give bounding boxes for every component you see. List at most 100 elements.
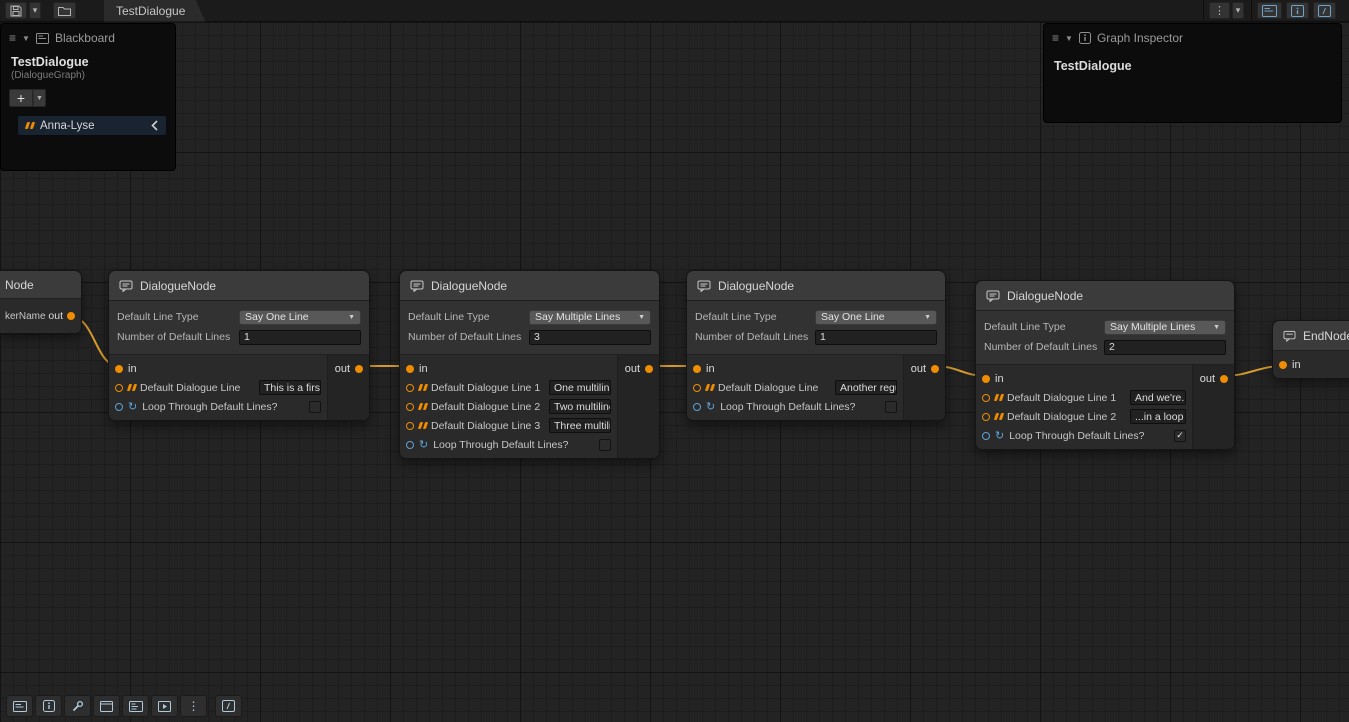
bottom-window-button[interactable] (93, 695, 120, 717)
inspector-icon (43, 700, 55, 712)
loop-checkbox[interactable] (885, 401, 897, 413)
loop-icon: ↻ (128, 401, 137, 412)
node-body: kerName out (0, 299, 81, 333)
bottom-panel-button[interactable] (151, 695, 178, 717)
line-text-input[interactable]: And we're... (1130, 390, 1186, 405)
collapse-caret-icon[interactable]: ▼ (22, 34, 30, 43)
line-text-input[interactable]: Two multiline (549, 399, 611, 414)
bottom-console-button[interactable] (215, 695, 242, 717)
node-title-bar[interactable]: DialogueNode (400, 271, 659, 301)
line-port[interactable] (406, 384, 414, 392)
bottom-toolbar: ⋮ (6, 695, 242, 717)
num-lines-input[interactable]: 3 (529, 330, 651, 345)
dialogue-node-icon (986, 290, 1000, 302)
line-label: Default Dialogue Line (718, 382, 818, 394)
blackboard-add-row: + ▼ (1, 81, 175, 107)
out-port[interactable] (1220, 375, 1228, 383)
toggle-inspector-button[interactable] (1286, 2, 1309, 19)
line-text-input[interactable]: Three multili (549, 418, 611, 433)
save-button[interactable] (5, 2, 27, 19)
bottom-tools-button[interactable] (64, 695, 91, 717)
loop-label: Loop Through Default Lines? (720, 401, 855, 413)
node-title-bar[interactable]: DialogueNode (687, 271, 945, 301)
in-port[interactable] (693, 365, 701, 373)
node-title-bar[interactable]: Node (0, 271, 81, 299)
line-text-input[interactable]: One multiline (549, 380, 611, 395)
loop-checkbox[interactable] (309, 401, 321, 413)
loop-port[interactable] (115, 403, 123, 411)
num-lines-input[interactable]: 1 (815, 330, 937, 345)
line-port[interactable] (982, 413, 990, 421)
line-port[interactable] (406, 422, 414, 430)
hamburger-icon[interactable]: ≡ (9, 32, 16, 44)
overflow-menu-button[interactable]: ⋮ (1209, 2, 1230, 19)
node-title-bar[interactable]: DialogueNode (976, 281, 1234, 311)
line-label: Default Dialogue Line 2 (1007, 411, 1116, 423)
line-port[interactable] (693, 384, 701, 392)
line-type-dropdown[interactable]: Say One Line ▼ (239, 310, 361, 325)
line-text-input[interactable]: Another regu (835, 380, 897, 395)
node-title-bar[interactable]: EndNode (1273, 321, 1349, 351)
line-port[interactable] (406, 403, 414, 411)
line-text-input[interactable]: This is a first (259, 380, 321, 395)
num-lines-input[interactable]: 1 (239, 330, 361, 345)
dialogue-node-3[interactable]: DialogueNode Default Line Type Say One L… (686, 270, 946, 421)
dropdown-value: Say One Line (821, 311, 885, 323)
loop-checkbox[interactable] (599, 439, 611, 451)
out-port[interactable] (645, 365, 653, 373)
in-port[interactable] (1279, 361, 1287, 369)
add-property-caret-button[interactable]: ▼ (33, 89, 46, 107)
line-type-dropdown[interactable]: Say Multiple Lines ▼ (1104, 320, 1226, 335)
inspector-toggle-icon (1291, 5, 1304, 17)
partial-node[interactable]: Node kerName out (0, 270, 82, 334)
hamburger-icon[interactable]: ≡ (1052, 32, 1059, 44)
bottom-inspector-button[interactable] (35, 695, 62, 717)
kebab-menu-icon: ⋮ (188, 699, 200, 713)
loop-port[interactable] (693, 403, 701, 411)
line-port[interactable] (982, 394, 990, 402)
port-label: kerName (5, 311, 46, 322)
collapse-chevron-icon[interactable] (151, 120, 158, 131)
breadcrumb-tab[interactable]: TestDialogue (104, 0, 205, 22)
blackboard-field-anna-lyse[interactable]: Anna-Lyse (17, 115, 167, 136)
dialogue-node-4[interactable]: DialogueNode Default Line Type Say Multi… (975, 280, 1235, 450)
line-type-dropdown[interactable]: Say Multiple Lines ▼ (529, 310, 651, 325)
save-dropdown-button[interactable]: ▾ (29, 2, 41, 19)
line-text-input[interactable]: ...in a loop (1130, 409, 1186, 424)
node-title-bar[interactable]: DialogueNode (109, 271, 369, 301)
bottom-board-button[interactable] (122, 695, 149, 717)
bottom-overflow-button[interactable]: ⋮ (180, 695, 207, 717)
out-port[interactable] (355, 365, 363, 373)
loop-port[interactable] (406, 441, 414, 449)
line-port[interactable] (115, 384, 123, 392)
num-lines-input[interactable]: 2 (1104, 340, 1226, 355)
line-label: Default Dialogue Line 1 (431, 382, 540, 394)
line-type-dropdown[interactable]: Say One Line ▼ (815, 310, 937, 325)
in-port[interactable] (115, 365, 123, 373)
dialogue-node-1[interactable]: DialogueNode Default Line Type Say One L… (108, 270, 370, 421)
loop-port[interactable] (982, 432, 990, 440)
open-asset-button[interactable] (53, 2, 76, 19)
overflow-caret-button[interactable]: ▾ (1232, 2, 1244, 19)
blackboard-graph-name: TestDialogue (1, 49, 175, 69)
dialogue-node-icon (410, 280, 424, 292)
node-properties: Default Line Type Say One Line ▼ Number … (109, 301, 369, 355)
blackboard-header[interactable]: ≡ ▼ Blackboard (1, 24, 175, 49)
dialogue-quote-icon (128, 384, 135, 391)
graph-inspector-header[interactable]: ≡ ▼ Graph Inspector (1044, 24, 1341, 49)
end-node[interactable]: EndNode in (1272, 320, 1349, 379)
add-property-button[interactable]: + (9, 89, 33, 107)
bottom-blackboard-button[interactable] (6, 695, 33, 717)
dialogue-node-2[interactable]: DialogueNode Default Line Type Say Multi… (399, 270, 660, 459)
out-port[interactable] (67, 312, 75, 320)
node-title: EndNode (1303, 329, 1349, 343)
toggle-console-button[interactable] (1313, 2, 1336, 19)
toggle-blackboard-button[interactable] (1257, 2, 1282, 19)
dialogue-quote-icon (995, 413, 1002, 420)
collapse-caret-icon[interactable]: ▼ (1065, 34, 1073, 43)
out-port-label: out (48, 310, 63, 322)
in-port[interactable] (982, 375, 990, 383)
loop-checkbox[interactable]: ✓ (1174, 430, 1186, 442)
out-port[interactable] (931, 365, 939, 373)
in-port[interactable] (406, 365, 414, 373)
